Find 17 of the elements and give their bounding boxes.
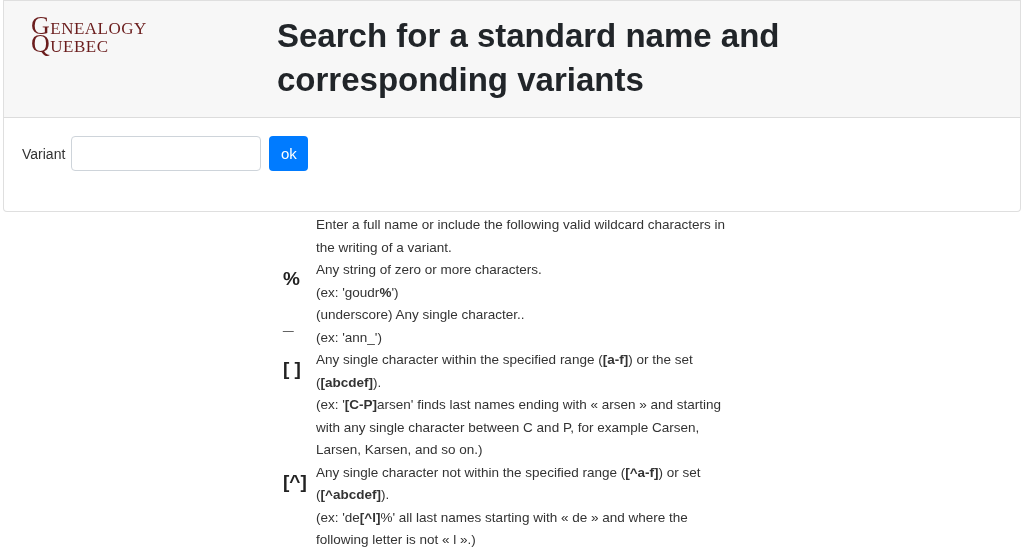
wildcard-description: (underscore) Any single character..	[316, 307, 525, 322]
variant-input-field[interactable]	[71, 136, 262, 171]
wildcard-symbol: [^]	[283, 471, 307, 492]
wildcard-description: Any string of zero or more characters.	[316, 262, 542, 277]
intro-text: Enter a full name or include the following valid wildcard characters in the writing of a variant.	[316, 216, 726, 257]
wildcard-description: (ex: 'goudr%')	[316, 284, 399, 300]
wildcard-symbol: _	[283, 314, 294, 334]
wildcard-symbol: %	[283, 269, 300, 289]
wildcard-description: Any single character not within the specified range ([^a-f]) or set ([^abcdef]).	[316, 464, 701, 502]
page-title: Search for a standard name and corresponding variants	[277, 16, 781, 100]
ok-button[interactable]: ok	[269, 136, 309, 171]
wildcard-description: (ex: 'ann_')	[316, 329, 382, 345]
variant-label: Variant	[22, 146, 66, 162]
wildcard-description: (ex: '[C-P]arsen' finds last names ending with « arsen » and starting with any single character between C and P, for example Carsen, Larsen, Karsen, and so on.)	[316, 397, 722, 457]
wildcard-description: Any single character within the specified range ([a-f]) or the set ([abcdef]).	[316, 352, 693, 390]
wildcard-description: (ex: 'de[^l]%' all last names starting with « de » and where the following letter is not « l ».)	[316, 509, 688, 547]
wildcard-symbol: [ ]	[283, 359, 301, 379]
